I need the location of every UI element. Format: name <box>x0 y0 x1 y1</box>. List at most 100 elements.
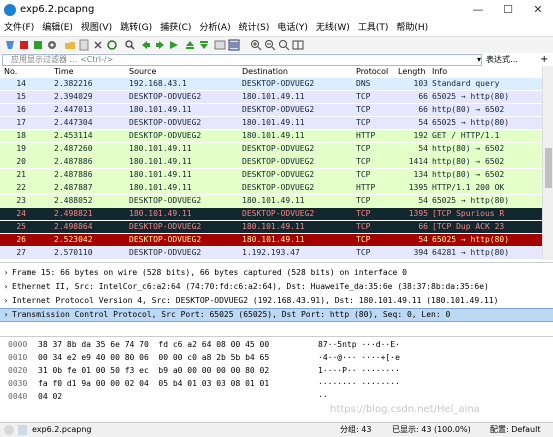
capture-file-icon[interactable] <box>18 425 27 435</box>
packet-info: http(80) → 6502 <box>432 144 505 153</box>
find-packet-icon[interactable] <box>124 39 136 51</box>
menu-item[interactable]: 电话(Y) <box>273 20 312 36</box>
options-icon[interactable] <box>46 39 58 51</box>
byte-ascii[interactable]: 87··5ntp ···d··E· <box>318 339 400 351</box>
zoom-reset-icon[interactable] <box>278 39 290 51</box>
byte-hex[interactable]: 38 37 8b da 35 6e 74 70 fd c6 a2 64 08 0… <box>38 339 269 351</box>
menu-item[interactable]: 跳转(G) <box>116 20 156 36</box>
packet-row[interactable]: 16 2.447013 180.101.49.11 DESKTOP-ODVUEG2 TC… <box>0 104 542 116</box>
byte-hex[interactable]: 00 34 e2 e9 40 00 80 06 00 00 c0 a8 2b 5… <box>38 352 269 364</box>
expression-button[interactable]: 表达式… <box>486 53 518 66</box>
packet-no: 22 <box>16 183 26 192</box>
maximize-button[interactable]: ☐ <box>493 0 523 20</box>
zoom-out-icon[interactable] <box>264 39 276 51</box>
byte-hex[interactable]: 31 0b fe 01 00 50 f3 ec b9 a0 00 00 00 0… <box>38 365 269 377</box>
byte-offset[interactable]: 0000 <box>8 339 27 351</box>
byte-offset[interactable]: 0020 <box>8 365 27 377</box>
menu-item[interactable]: 帮助(H) <box>392 20 432 36</box>
expert-info-icon[interactable] <box>4 425 14 435</box>
minimize-button[interactable]: — <box>463 0 493 20</box>
byte-offset[interactable]: 0010 <box>8 352 27 364</box>
packet-row[interactable]: 14 2.382216 192.168.43.1 DESKTOP-ODVUEG2 DNS… <box>0 78 542 90</box>
expand-arrow-icon[interactable]: › <box>0 295 12 307</box>
expand-arrow-icon[interactable]: › <box>0 309 12 321</box>
packet-row[interactable]: 15 2.394029 DESKTOP-ODVUEG2 180.101.49.11 TC… <box>0 91 542 103</box>
display-filter-input[interactable]: 应用显示过滤器 … <Ctrl-/> <box>2 54 482 66</box>
packet-row[interactable]: 23 2.488052 DESKTOP-ODVUEG2 180.101.49.11 TC… <box>0 195 542 207</box>
packet-row[interactable]: 22 2.487887 180.101.49.11 DESKTOP-ODVUEG2 HT… <box>0 182 542 194</box>
detail-tree-item[interactable]: › Internet Protocol Version 4, Src: DESKT… <box>0 295 553 307</box>
packet-row[interactable]: 17 2.447304 DESKTOP-ODVUEG2 180.101.49.11 TC… <box>0 117 542 129</box>
first-packet-icon[interactable] <box>184 39 196 51</box>
col-destination[interactable]: Destination <box>242 67 288 76</box>
expand-arrow-icon[interactable]: › <box>0 281 12 293</box>
col-protocol[interactable]: Protocol <box>356 67 388 76</box>
col-source[interactable]: Source <box>129 67 156 76</box>
resize-columns-icon[interactable] <box>292 39 304 51</box>
restart-capture-icon[interactable] <box>32 39 44 51</box>
status-profile[interactable]: 配置: Default <box>490 423 540 437</box>
autoscroll-icon[interactable] <box>214 39 226 51</box>
packet-row[interactable]: 27 2.570110 DESKTOP-ODVUEG2 1.192.193.47 TCP… <box>0 247 542 259</box>
close-button[interactable]: ✕ <box>523 0 553 20</box>
last-packet-icon[interactable] <box>198 39 210 51</box>
menu-item[interactable]: 无线(W) <box>312 20 354 36</box>
zoom-in-icon[interactable] <box>250 39 262 51</box>
start-capture-icon[interactable] <box>4 39 16 51</box>
menu-item[interactable]: 分析(A) <box>195 20 234 36</box>
add-filter-button[interactable]: + <box>540 53 548 66</box>
packet-details-pane: › Frame 15: 66 bytes on wire (528 bits), … <box>0 262 553 335</box>
menu-item[interactable]: 捕获(C) <box>156 20 195 36</box>
byte-offset[interactable]: 0040 <box>8 391 27 403</box>
go-to-packet-icon[interactable] <box>168 39 180 51</box>
byte-offset[interactable]: 0030 <box>8 378 27 390</box>
packet-row[interactable]: 21 2.487886 180.101.49.11 DESKTOP-ODVUEG2 TC… <box>0 169 542 181</box>
packet-row[interactable]: 20 2.487886 180.101.49.11 DESKTOP-ODVUEG2 TC… <box>0 156 542 168</box>
stop-capture-icon[interactable] <box>18 39 30 51</box>
col-time[interactable]: Time <box>54 67 74 76</box>
packet-list-scrollbar[interactable] <box>542 66 553 260</box>
menu-item[interactable]: 统计(S) <box>235 20 274 36</box>
scrollbar-thumb[interactable] <box>545 148 552 188</box>
packet-row[interactable]: 24 2.498821 180.101.49.11 DESKTOP-ODVUEG2 TC… <box>0 208 542 220</box>
byte-hex[interactable]: fa f0 d1 9a 00 00 02 04 05 b4 01 03 03 0… <box>38 378 269 390</box>
col-no[interactable]: No. <box>4 67 17 76</box>
detail-tree-item[interactable]: › Transmission Control Protocol, Src Port… <box>0 308 553 322</box>
packet-no: 25 <box>16 222 26 231</box>
byte-ascii[interactable]: ·· <box>318 391 328 403</box>
close-file-icon[interactable] <box>92 39 104 51</box>
menu-item[interactable]: 编辑(E) <box>38 20 77 36</box>
byte-hex[interactable]: 04 02 <box>38 391 62 403</box>
filter-dropdown-icon[interactable]: ▾ <box>474 54 484 65</box>
go-back-icon[interactable] <box>140 39 152 51</box>
colorize-icon[interactable] <box>228 39 240 51</box>
save-file-icon[interactable] <box>78 39 90 51</box>
byte-ascii[interactable]: 1····P·· ········ <box>318 365 400 377</box>
reload-icon[interactable] <box>106 39 118 51</box>
packet-destination: DESKTOP-ODVUEG2 <box>242 209 315 218</box>
col-info[interactable]: Info <box>432 67 447 76</box>
detail-tree-item[interactable]: › Ethernet II, Src: IntelCor_c6:a2:64 (74… <box>0 281 553 293</box>
packet-source: 180.101.49.11 <box>129 209 192 218</box>
packet-info: HTTP/1.1 200 OK <box>432 183 505 192</box>
packet-length: 66 <box>418 105 428 114</box>
packet-protocol: TCP <box>356 144 371 153</box>
packet-time: 2.487887 <box>54 183 93 192</box>
byte-ascii[interactable]: ·4··@··· ····+[·e <box>318 352 400 364</box>
byte-ascii[interactable]: ········ ········ <box>318 378 400 390</box>
menu-item[interactable]: 文件(F) <box>0 20 38 36</box>
menu-item[interactable]: 视图(V) <box>77 20 116 36</box>
col-length[interactable]: Length <box>398 67 426 76</box>
detail-tree-item[interactable]: › Frame 15: 66 bytes on wire (528 bits), … <box>0 267 553 279</box>
packet-row[interactable]: 18 2.453114 DESKTOP-ODVUEG2 180.101.49.11 HT… <box>0 130 542 142</box>
expand-arrow-icon[interactable]: › <box>0 267 12 279</box>
packet-row[interactable]: 26 2.523042 DESKTOP-ODVUEG2 180.101.49.11 TC… <box>0 234 542 246</box>
go-forward-icon[interactable] <box>154 39 166 51</box>
open-file-icon[interactable] <box>64 39 76 51</box>
packet-info: 65025 → http(80) <box>432 118 510 127</box>
packet-row[interactable]: 19 2.487260 180.101.49.11 DESKTOP-ODVUEG2 TC… <box>0 143 542 155</box>
packet-time: 2.488052 <box>54 196 93 205</box>
packet-no: 23 <box>16 196 26 205</box>
packet-row[interactable]: 25 2.498864 DESKTOP-ODVUEG2 180.101.49.11 TC… <box>0 221 542 233</box>
menu-item[interactable]: 工具(T) <box>354 20 393 36</box>
